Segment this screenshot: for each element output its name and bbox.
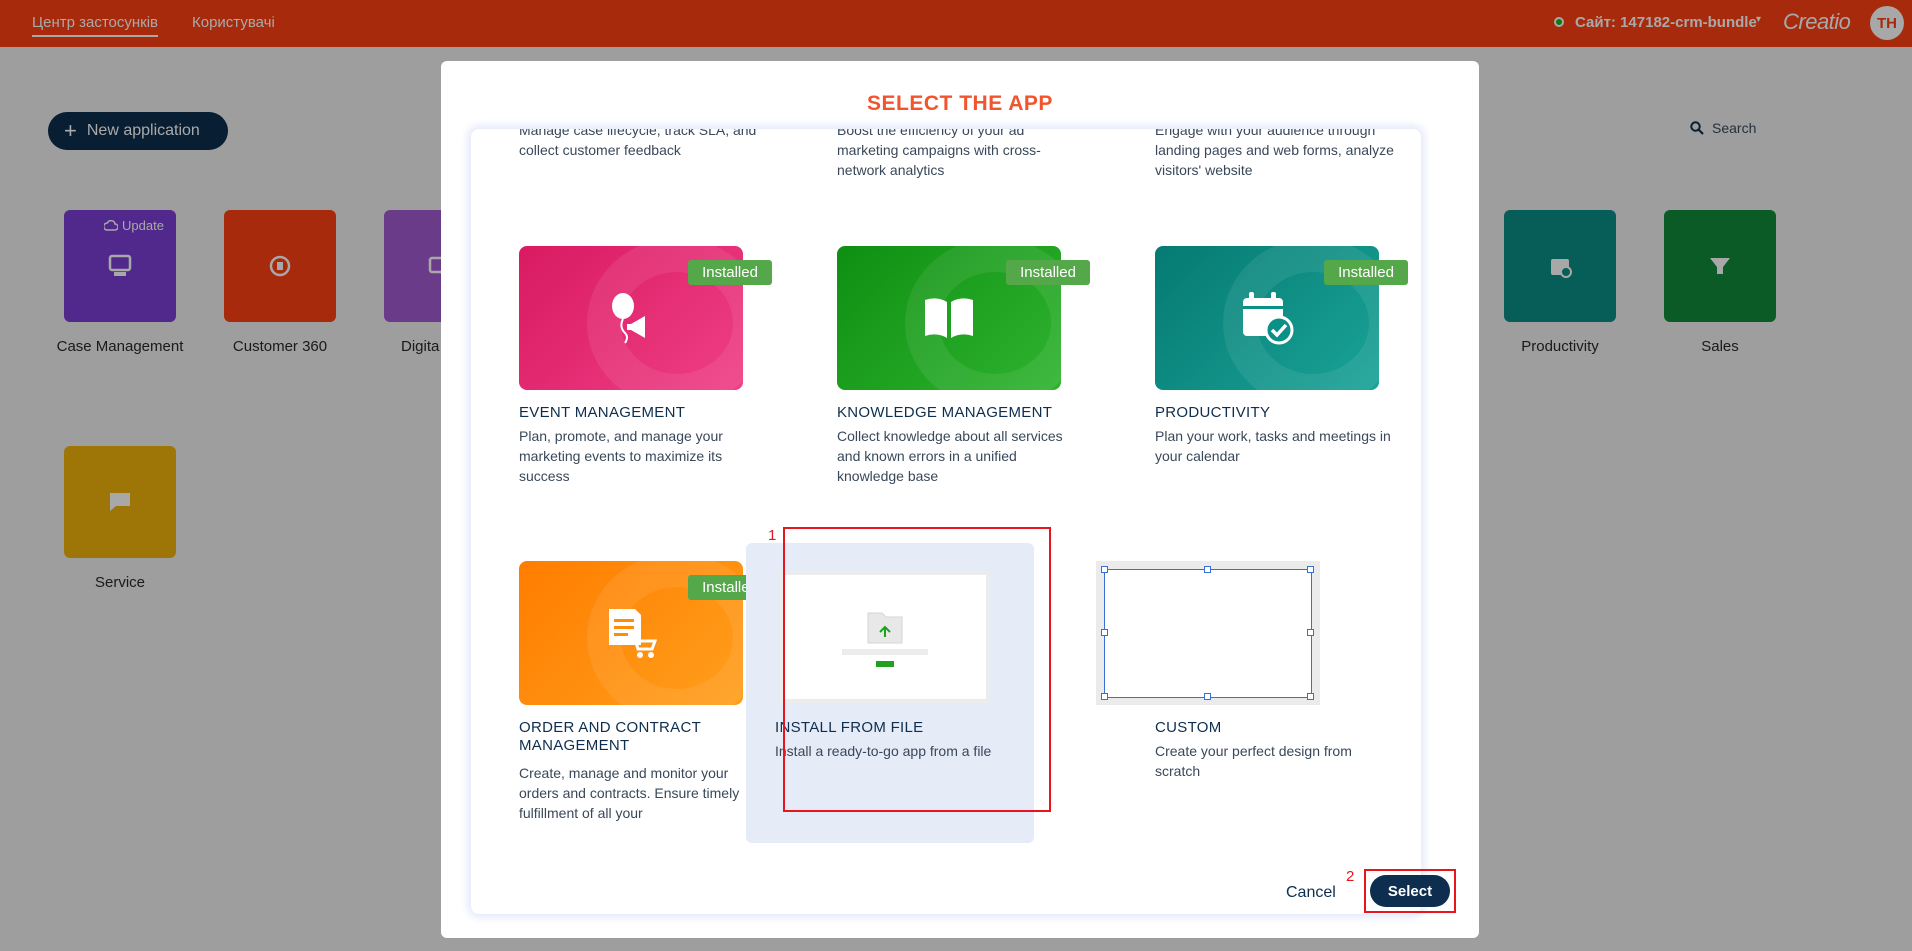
card-description: Boost the efficiency of your ad marketin… — [837, 129, 1041, 178]
card-description: Create your perfect design from scratch — [1155, 743, 1352, 779]
card-description: Manage case lifecycle, track SLA, and co… — [519, 129, 757, 158]
annotation-number: 2 — [1346, 868, 1355, 885]
installed-badge: Installed — [1006, 260, 1090, 285]
card-description: Create, manage and monitor your orders a… — [519, 765, 740, 821]
card-description: Plan your work, tasks and meetings in yo… — [1155, 428, 1391, 464]
card-title: CUSTOM — [1155, 719, 1222, 736]
card-title: PRODUCTIVITY — [1155, 404, 1271, 421]
app-card-custom[interactable] — [1096, 561, 1320, 705]
card-title: EVENT MANAGEMENT — [519, 404, 686, 421]
dialog-title: SELECT THE APP — [867, 92, 1053, 115]
card-title: ORDER AND CONTRACT MANAGEMENT — [519, 719, 701, 754]
cancel-button[interactable]: Cancel — [1286, 884, 1336, 902]
balloon-megaphone-icon — [612, 293, 645, 344]
installed-badge: Installed — [688, 260, 772, 285]
card-description: Plan, promote, and manage your marketing… — [519, 428, 723, 484]
card-description: Engage with your audience through landin… — [1155, 129, 1394, 178]
select-button[interactable]: Select — [1370, 875, 1450, 907]
annotation-box-install-from-file — [783, 527, 1051, 812]
installed-badge: Installed — [1324, 260, 1408, 285]
book-icon — [925, 298, 973, 338]
select-app-dialog: SELECT THE APP Manage case lifecycle, tr… — [441, 61, 1479, 938]
card-title: KNOWLEDGE MANAGEMENT — [837, 404, 1053, 421]
order-cart-icon — [609, 609, 658, 658]
custom-frame-icon — [1104, 569, 1312, 698]
card-description: Collect knowledge about all services and… — [837, 428, 1063, 484]
calendar-check-icon — [1243, 292, 1294, 345]
annotation-number: 1 — [768, 527, 777, 544]
